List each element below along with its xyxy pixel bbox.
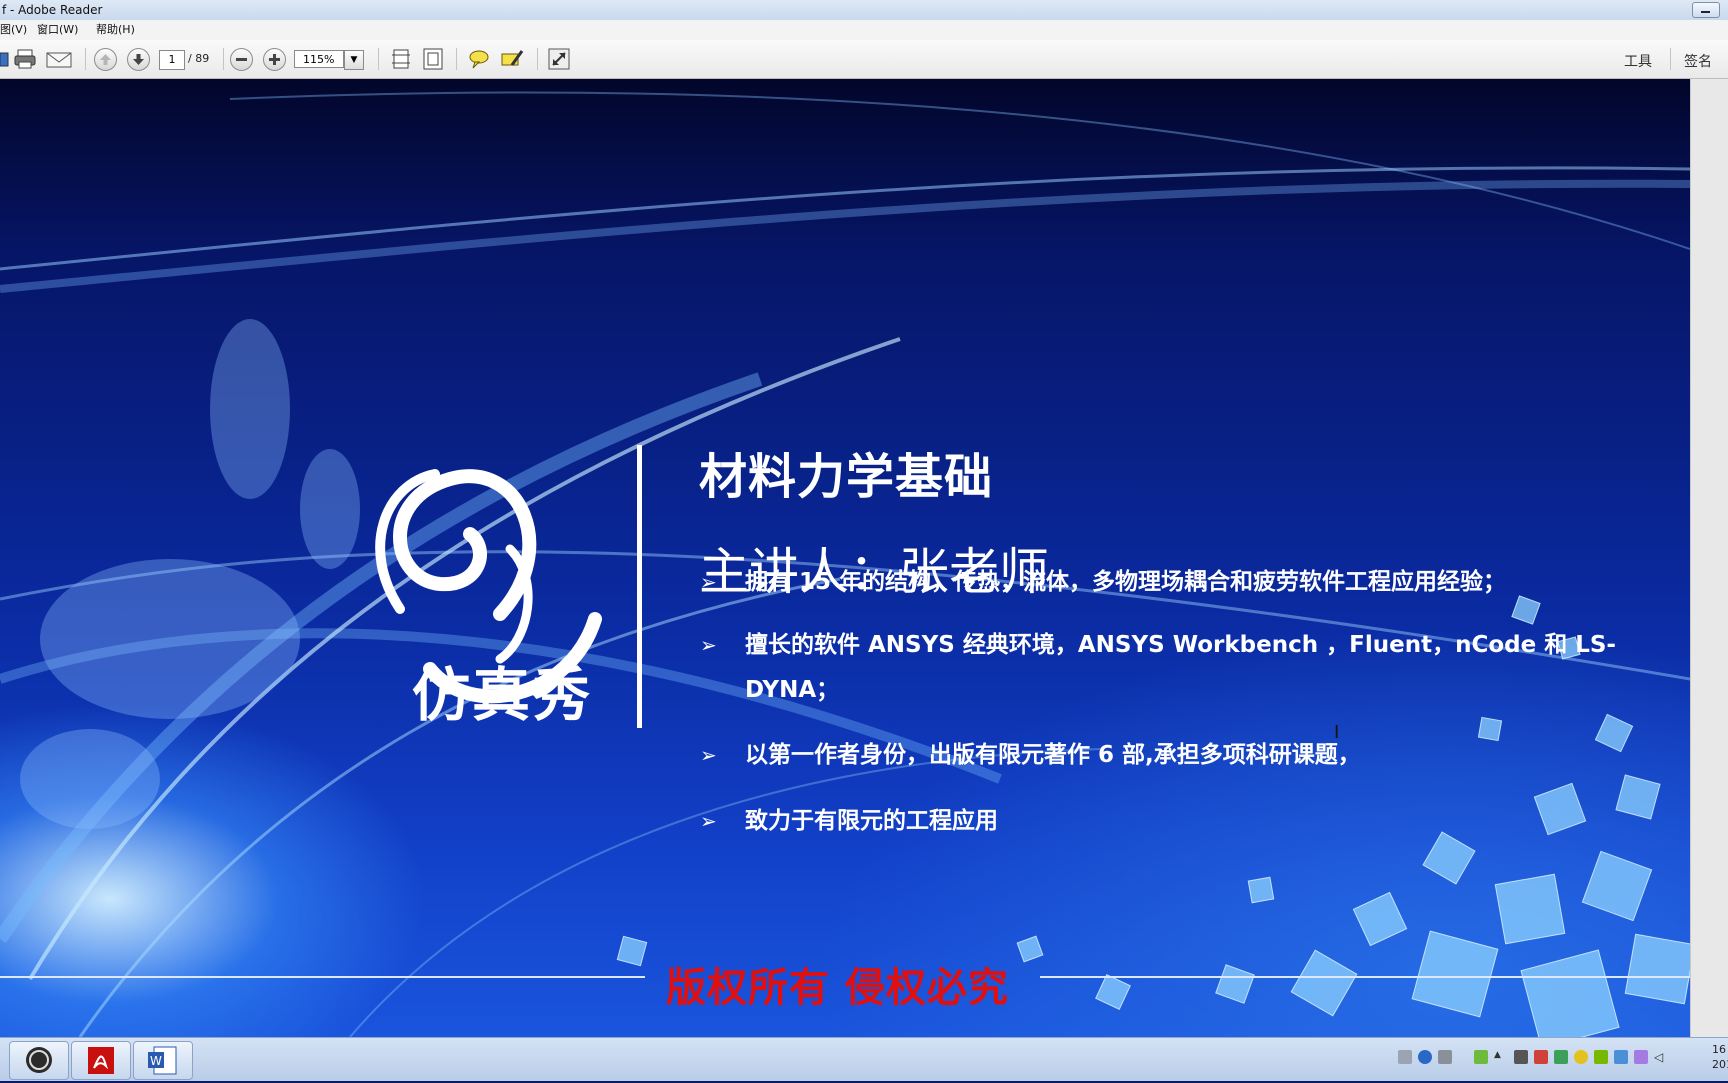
prev-page-icon[interactable] xyxy=(94,48,117,71)
word-icon[interactable]: W xyxy=(133,1041,193,1080)
print-icon[interactable] xyxy=(13,47,37,71)
vertical-scrollbar[interactable] xyxy=(1690,79,1728,1037)
help-icon[interactable] xyxy=(1418,1050,1432,1064)
fit-width-icon[interactable] xyxy=(421,47,445,71)
menu-view[interactable]: 图(V) xyxy=(0,20,27,40)
security-icon[interactable] xyxy=(1554,1050,1568,1064)
obs-icon[interactable] xyxy=(9,1041,69,1080)
zoom-level-input[interactable]: 115% xyxy=(294,50,344,68)
bullet-text: 致力于有限元的工程应用 xyxy=(745,808,998,834)
clock-time: 16 xyxy=(1712,1043,1726,1056)
next-page-icon[interactable] xyxy=(127,48,150,71)
usb-icon[interactable] xyxy=(1514,1050,1528,1064)
battery-icon[interactable] xyxy=(1474,1050,1488,1064)
logo-text: 仿真秀 xyxy=(412,661,593,729)
footer-rule xyxy=(0,976,645,978)
menu-window[interactable]: 窗口(W) xyxy=(37,20,78,40)
menu-bar: 图(V) 窗口(W) 帮助(H) xyxy=(0,20,1728,40)
page-number-input[interactable]: 1 xyxy=(159,50,185,70)
system-tray: ▲ ◁ xyxy=(1378,1038,1728,1081)
footer-rule xyxy=(1040,976,1690,978)
toolbar-separator xyxy=(1670,48,1671,70)
minimize-button[interactable] xyxy=(1692,2,1720,18)
svg-text:W: W xyxy=(150,1054,162,1068)
tools-button[interactable]: 工具 xyxy=(1624,51,1652,71)
update-icon[interactable] xyxy=(1574,1050,1588,1064)
clock-date: 2019 xyxy=(1712,1058,1728,1071)
toolbar-separator xyxy=(223,48,224,70)
bullet-arrow-icon: ➢ xyxy=(700,743,717,767)
bullet-arrow-icon: ➢ xyxy=(700,809,717,833)
zoom-out-icon[interactable] xyxy=(230,48,253,71)
keyboard-icon[interactable] xyxy=(1398,1050,1412,1064)
fullscreen-icon[interactable] xyxy=(547,47,571,71)
app-tray-icon[interactable] xyxy=(1634,1050,1648,1064)
bullet-text: 以第一作者身份，出版有限元著作 6 部,承担多项科研课题， xyxy=(745,742,1361,768)
show-hidden-icons-icon[interactable]: ▲ xyxy=(1494,1050,1508,1064)
nvidia-icon[interactable] xyxy=(1594,1050,1608,1064)
network-icon[interactable] xyxy=(1438,1050,1452,1064)
flag-icon[interactable] xyxy=(1534,1050,1548,1064)
highlight-icon[interactable] xyxy=(500,47,524,71)
window-title: f - Adobe Reader xyxy=(2,3,103,17)
document-page[interactable]: 仿真秀 材料力学基础 主讲人：张老师 ➢ 拥有 15 年的结构，传热，流体，多物… xyxy=(0,79,1690,1037)
clock[interactable]: 16 2019 xyxy=(1712,1042,1728,1072)
bullet-arrow-icon: ➢ xyxy=(700,633,717,657)
wifi-icon[interactable] xyxy=(1614,1050,1628,1064)
text-cursor-icon: I xyxy=(1334,722,1340,743)
bullet-text: 拥有 15 年的结构，传热，流体，多物理场耦合和疲劳软件工程应用经验； xyxy=(745,569,1507,595)
title-bar: f - Adobe Reader xyxy=(0,0,1728,20)
copyright-notice: 版权所有 侵权必究 xyxy=(666,965,1009,1011)
page-count: / 89 xyxy=(188,52,210,65)
slide-divider xyxy=(637,445,642,728)
toolbar-separator xyxy=(456,48,457,70)
email-icon[interactable] xyxy=(46,47,72,71)
comment-icon[interactable] xyxy=(467,47,491,71)
toolbar-separator xyxy=(537,48,538,70)
fit-page-icon[interactable] xyxy=(389,47,413,71)
slide-title: 材料力学基础 xyxy=(699,449,994,505)
volume-icon[interactable]: ◁ xyxy=(1654,1050,1668,1064)
sign-button[interactable]: 签名 xyxy=(1684,51,1712,71)
toolbar-separator xyxy=(378,48,379,70)
bullet-arrow-icon: ➢ xyxy=(700,570,717,594)
toolbar: 1 / 89 115% ▼ 工具 签名 xyxy=(0,40,1728,79)
menu-help[interactable]: 帮助(H) xyxy=(96,20,135,40)
taskbar: W ▲ ◁ 16 2019 xyxy=(0,1037,1728,1081)
adobe-reader-icon[interactable] xyxy=(71,1041,131,1080)
toolbar-separator xyxy=(85,48,86,70)
bullet-text: 擅长的软件 ANSYS 经典环境，ANSYS Workbench ，Fluent… xyxy=(745,632,1616,703)
zoom-in-icon[interactable] xyxy=(263,48,286,71)
zoom-dropdown-button[interactable]: ▼ xyxy=(344,50,364,70)
